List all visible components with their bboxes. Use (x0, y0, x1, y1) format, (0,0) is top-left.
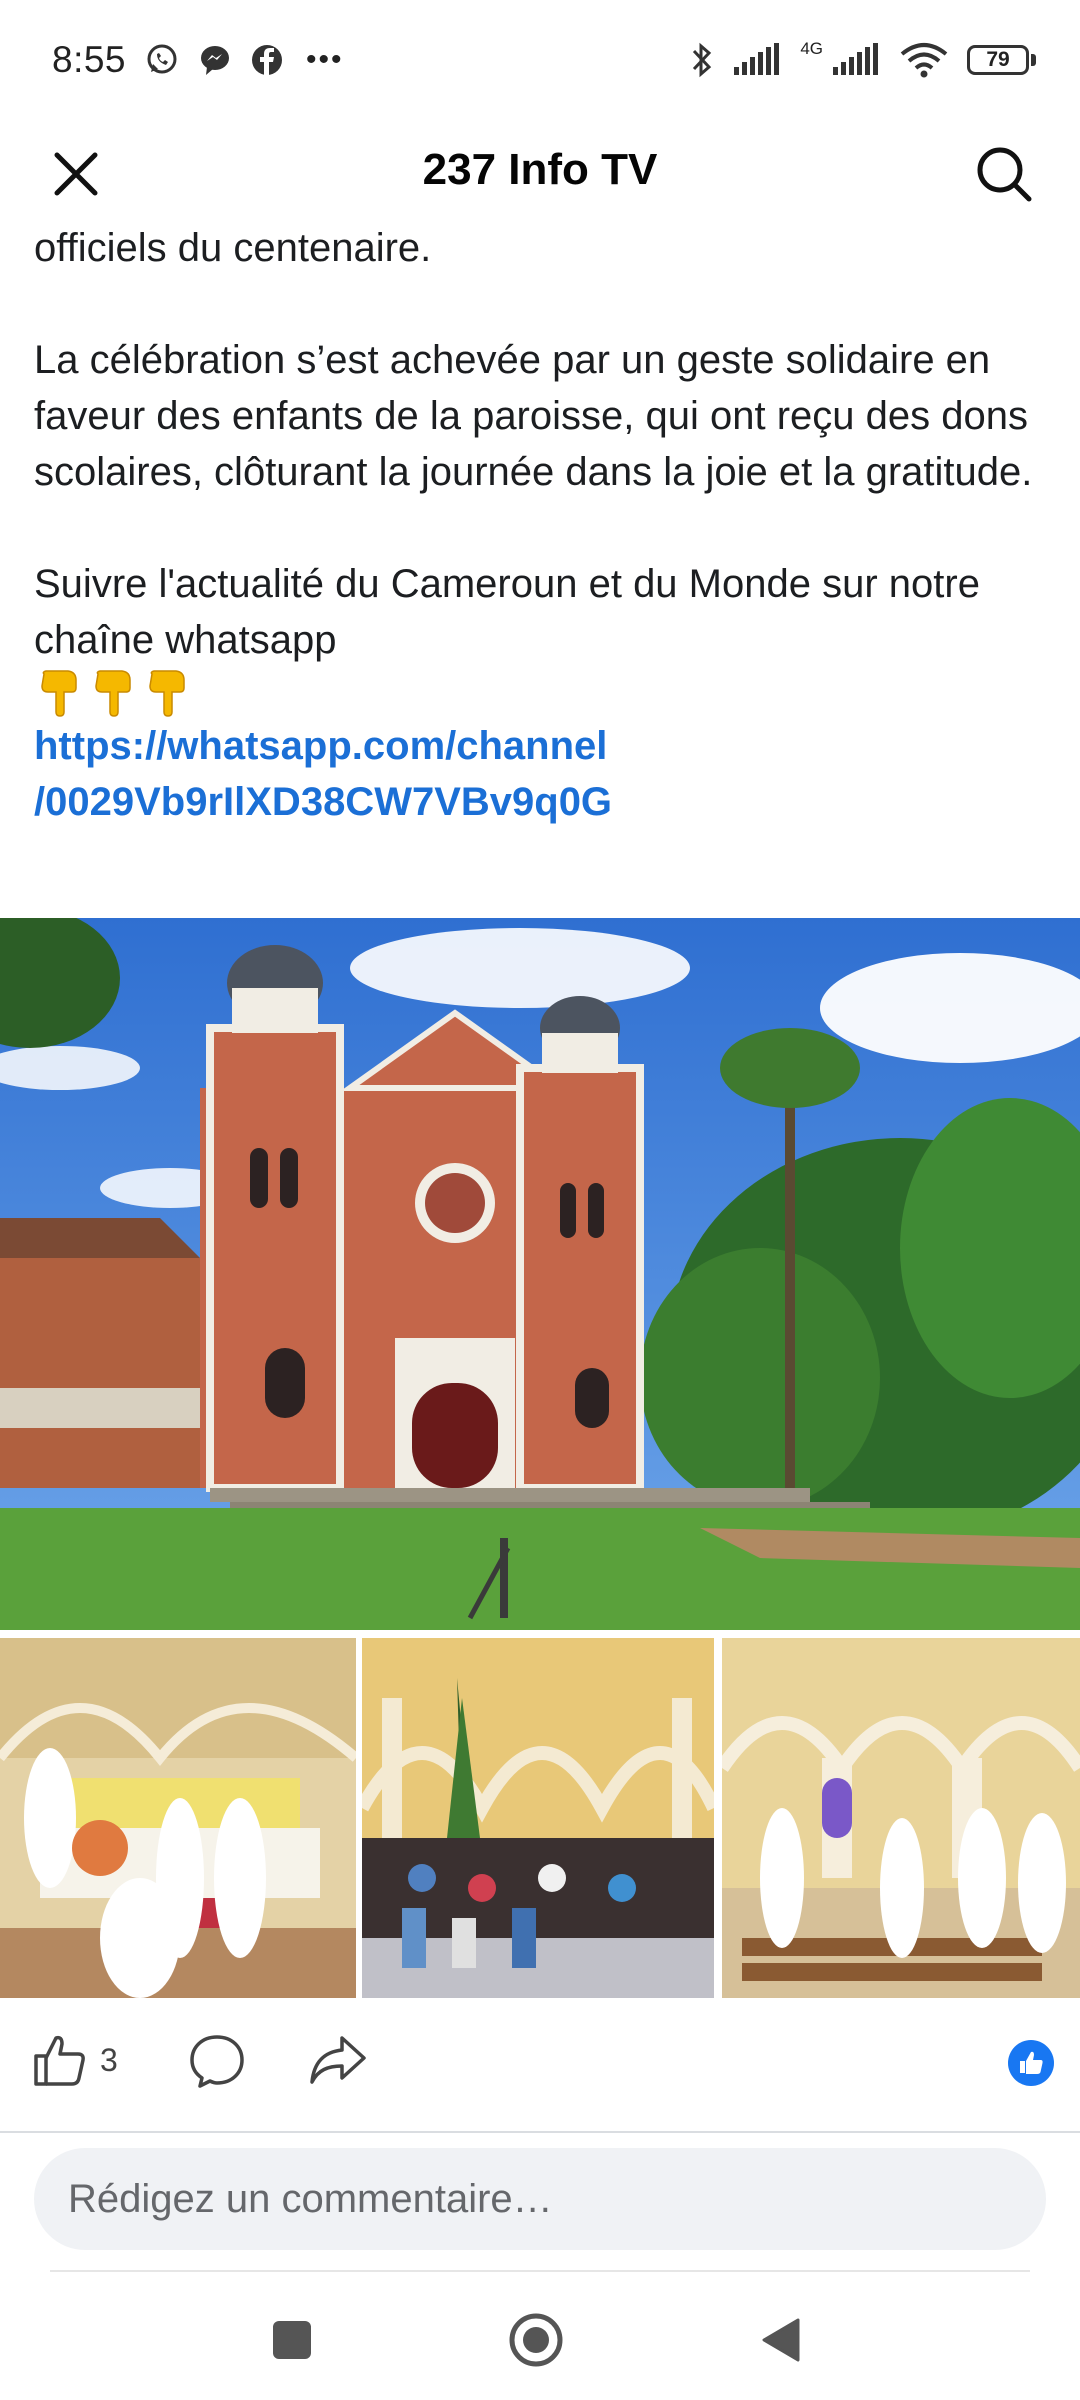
status-left: 8:55 ••• (52, 39, 344, 81)
comment-input[interactable] (34, 2148, 1046, 2250)
like-button[interactable]: 3 (32, 2032, 118, 2088)
battery-tip (1031, 54, 1036, 66)
close-icon (54, 152, 98, 196)
system-nav-bar (0, 2290, 1080, 2380)
recent-apps-button[interactable] (262, 2310, 322, 2370)
thumbs-up-icon (34, 2035, 85, 2086)
network-type: 4G (800, 38, 823, 58)
divider (50, 2270, 1030, 2272)
cathedral-photo[interactable] (0, 918, 1080, 1630)
bluetooth-icon (690, 41, 714, 79)
altar-photo (0, 1638, 356, 1998)
close-button[interactable] (44, 142, 108, 206)
share-arrow-icon (310, 2036, 366, 2084)
back-triangle-icon (762, 2318, 800, 2362)
battery-indicator: 79 (967, 45, 1036, 75)
comment-bubble-icon (190, 2035, 244, 2088)
signal-4g-icon (831, 43, 881, 77)
status-time: 8:55 (52, 39, 127, 80)
like-count: 3 (100, 2041, 118, 2078)
post-paragraph: officiels du centenaire. (34, 226, 432, 270)
square-icon (273, 2321, 311, 2359)
thumbnail-congregation[interactable] (362, 1638, 714, 1998)
wifi-icon (899, 42, 949, 78)
pointing-down-hand-icon (149, 670, 185, 717)
battery-level: 79 (967, 45, 1029, 75)
signal-icon (732, 43, 782, 77)
more-notifications: ••• (306, 43, 344, 76)
page-header: 237 Info TV (0, 120, 1080, 220)
home-circle-icon (509, 2313, 563, 2367)
back-button[interactable] (750, 2310, 810, 2370)
share-button[interactable] (308, 2032, 368, 2088)
cathedral-image (0, 918, 1080, 1630)
thumbnail-sanctuary[interactable] (722, 1638, 1080, 1998)
search-button[interactable] (972, 142, 1036, 206)
pointing-down-hand-icon (95, 670, 131, 717)
thumbnail-altar[interactable] (0, 1638, 356, 1998)
post-actions: 3 (0, 2010, 1080, 2110)
home-button[interactable] (506, 2310, 566, 2370)
status-right: 4G 79 (690, 38, 1036, 79)
link-line-1: https://whatsapp.com/channel (34, 724, 608, 768)
post-paragraph: Suivre l'actualité du Cameroun et du Mon… (34, 562, 980, 662)
whatsapp-icon (144, 42, 180, 78)
photo-thumbnails (0, 1638, 1080, 1998)
pointing-down-emojis (34, 668, 1044, 718)
comment-button[interactable] (188, 2032, 246, 2090)
whatsapp-channel-link[interactable]: https://whatsapp.com/channel /0029Vb9rIl… (34, 718, 1044, 830)
search-icon (977, 147, 1032, 202)
status-bar: 8:55 ••• 4G 79 (0, 0, 1080, 120)
post-body: officiels du centenaire. La célébration … (34, 220, 1044, 830)
sanctuary-photo (722, 1638, 1080, 1998)
page-title: 237 Info TV (422, 145, 658, 194)
facebook-icon (250, 43, 284, 77)
messenger-icon (198, 43, 232, 77)
congregation-photo (362, 1638, 714, 1998)
like-reaction-badge[interactable] (1008, 2040, 1054, 2086)
post-paragraph: La célébration s’est achevée par un gest… (34, 338, 1033, 494)
pointing-down-hand-icon (41, 670, 77, 717)
link-line-2: /0029Vb9rIlXD38CW7VBv9q0G (34, 780, 613, 824)
divider (0, 2131, 1080, 2133)
like-reaction-icon (1020, 2051, 1043, 2074)
